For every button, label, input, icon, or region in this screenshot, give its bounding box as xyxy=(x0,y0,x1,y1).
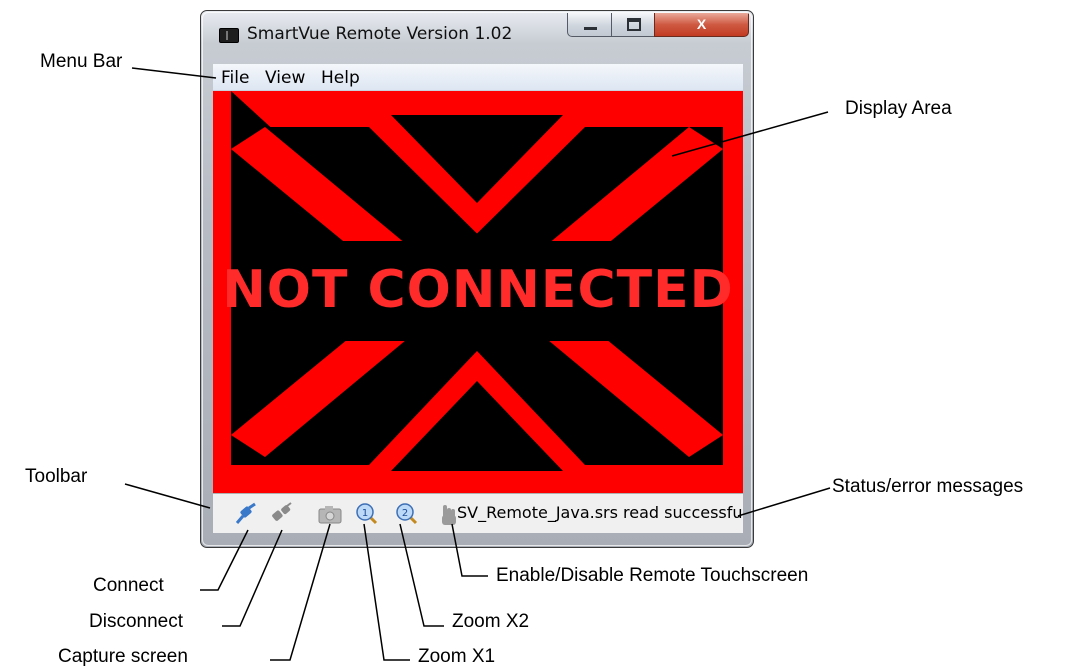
label-zoom-x1: Zoom X1 xyxy=(418,646,496,667)
leader-connect xyxy=(200,529,249,591)
label-menu-bar: Menu Bar xyxy=(40,51,123,72)
label-toolbar: Toolbar xyxy=(25,466,88,487)
leader-touchscreen xyxy=(451,523,488,577)
leader-display-area xyxy=(671,111,829,157)
label-touchscreen: Enable/Disable Remote Touchscreen xyxy=(496,565,809,586)
leader-toolbar xyxy=(124,483,211,509)
leader-status xyxy=(737,487,831,517)
label-status-messages: Status/error messages xyxy=(832,476,1024,497)
label-display-area: Display Area xyxy=(845,98,952,119)
label-capture-screen: Capture screen xyxy=(58,646,188,667)
leader-disconnect xyxy=(222,529,283,627)
label-zoom-x2: Zoom X2 xyxy=(452,611,530,632)
leader-zoom-x2 xyxy=(399,523,444,627)
label-disconnect: Disconnect xyxy=(89,611,183,632)
leader-zoom-x1 xyxy=(363,523,410,661)
label-connect: Connect xyxy=(93,575,164,596)
leader-capture xyxy=(270,523,331,661)
leader-menu-bar xyxy=(131,67,217,79)
